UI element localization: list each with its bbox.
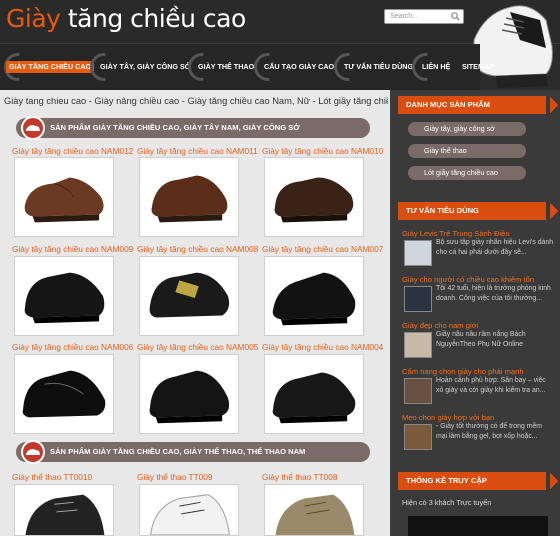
section-bar-dress-shoes: SẢN PHẨM GIÀY TĂNG CHIỀU CAO, GIÀY TÂY N… [16, 116, 370, 140]
product-title[interactable]: Giày tây tăng chiều cao NAM004 [262, 342, 383, 352]
nav-item-dress-shoes[interactable]: GIÀY TÂY, GIÀY CÔNG SỞ [100, 61, 191, 73]
product-image[interactable] [139, 484, 239, 536]
product-image[interactable] [264, 354, 364, 434]
product-title[interactable]: Giày thể thao TT0010 [12, 472, 92, 482]
product-title[interactable]: Giày thể thao TT008 [262, 472, 338, 482]
product-image[interactable] [14, 256, 114, 336]
nav-home[interactable]: GIÀY TĂNG CHIỀU CAO [6, 61, 95, 73]
site-logo[interactable]: Giày tăng chiều cao [6, 4, 246, 33]
header-shoe-image [473, 5, 553, 88]
news-excerpt: - Giày tốt thường có đế trong mềm mại là… [436, 423, 543, 440]
news-title[interactable]: Giày Levis Trẻ Trung Sành Điệu [402, 229, 510, 238]
sidebar-heading-advice: TƯ VẤN TIÊU DÙNG [398, 202, 546, 220]
sidebar-category-dress[interactable]: Giày tây, giày công sở [408, 122, 526, 136]
nav-item-structure[interactable]: CẤU TẠO GIÀY CAO [264, 61, 334, 73]
product-title[interactable]: Giày tây tăng chiều cao NAM009 [12, 244, 133, 254]
news-excerpt: Hoàn cảnh phù hợp: Sân bay – việc xỏ già… [436, 377, 546, 394]
news-excerpt: Tôi 42 tuổi, hiện là trưởng phòng kinh d… [436, 285, 551, 302]
shoe-badge-icon [21, 116, 45, 140]
news-excerpt: Bộ sưu tập giày nhãn hiệu Levi's dành ch… [436, 239, 554, 256]
sidebar-heading-stats: THỐNG KÊ TRUY CẬP [398, 472, 546, 490]
product-image[interactable] [139, 354, 239, 434]
product-title[interactable]: Giày tây tăng chiều cao NAM010 [262, 146, 383, 156]
product-title[interactable]: Giày tây tăng chiều cao NAM011 [137, 146, 258, 156]
news-thumbnail[interactable] [404, 332, 432, 358]
news-thumbnail[interactable] [404, 378, 432, 404]
product-image[interactable] [14, 484, 114, 536]
nav-item-contact[interactable]: LIÊN HỆ [422, 61, 450, 73]
product-image[interactable] [264, 157, 364, 237]
product-image[interactable] [14, 157, 114, 237]
product-image[interactable] [139, 256, 239, 336]
news-thumbnail[interactable] [404, 240, 432, 266]
main-nav: GIÀY TĂNG CHIỀU CAO GIÀY TÂY, GIÀY CÔNG … [0, 44, 494, 90]
product-image[interactable] [139, 157, 239, 237]
nav-item-sitemap[interactable]: SITEMAP [462, 61, 494, 73]
news-thumbnail[interactable] [404, 286, 432, 312]
product-image[interactable] [264, 256, 364, 336]
product-title[interactable]: Giày tây tăng chiều cao NAM007 [262, 244, 383, 254]
sidebar-heading-categories: DANH MỤC SẢN PHẨM [398, 96, 546, 114]
news-title[interactable]: Mẹo chọn giày hợp với bạn [402, 413, 494, 422]
news-title[interactable]: Giày đẹp cho nam giới [402, 321, 478, 330]
breadcrumb: Giày tang chieu cao - Giày nâng chiều ca… [4, 96, 388, 106]
shoe-badge-icon [21, 440, 45, 464]
nav-item-sport-shoes[interactable]: GIÀY THỂ THAO [198, 61, 254, 73]
search-input[interactable]: Search... [384, 9, 464, 24]
product-title[interactable]: Giày tây tăng chiều cao NAM008 [137, 244, 258, 254]
search-icon[interactable] [451, 12, 460, 21]
product-image[interactable] [264, 484, 364, 536]
sidebar-category-insoles[interactable]: Lót giầy tăng chiều cao [408, 166, 526, 180]
news-title[interactable]: Cẩm nang chọn giày cho phái mạnh [402, 367, 524, 376]
news-excerpt: Giầy nâu nâu râm nắng Bách NguyễnTheo Ph… [436, 331, 526, 348]
product-image[interactable] [14, 354, 114, 434]
product-title[interactable]: Giày thể thao TT009 [137, 472, 213, 482]
sidebar-category-sport[interactable]: Giày thể thao [408, 144, 526, 158]
news-title[interactable]: Giày cho người có chiều cao khiêm tốn [402, 275, 534, 284]
product-title[interactable]: Giày tây tăng chiều cao NAM005 [137, 342, 258, 352]
nav-item-advice[interactable]: TƯ VẤN TIÊU DÙNG [344, 61, 413, 73]
news-thumbnail[interactable] [404, 424, 432, 450]
product-title[interactable]: Giày tây tăng chiều cao NAM006 [12, 342, 133, 352]
section-bar-sport-shoes: SẢN PHẨM GIÀY TĂNG CHIỀU CAO, GIÀY THỂ T… [16, 440, 370, 464]
product-title[interactable]: Giày tây tăng chiều cao NAM012 [12, 146, 133, 156]
online-count: Hiện có 3 khách Trực tuyến [402, 498, 492, 507]
stats-widget [408, 516, 548, 536]
